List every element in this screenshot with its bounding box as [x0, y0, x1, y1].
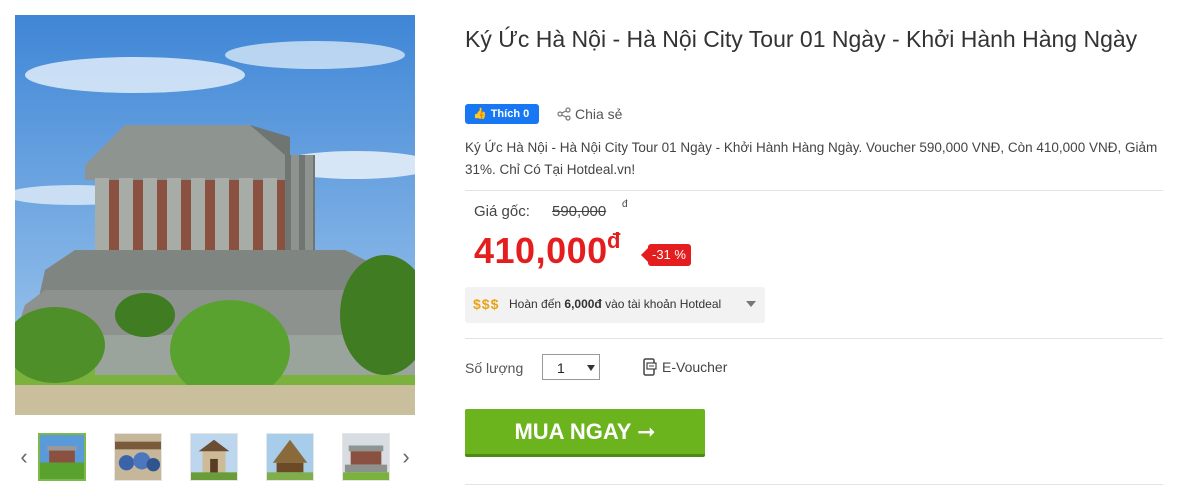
sale-price: 410,000: [474, 230, 608, 271]
discount-badge: -31 %: [641, 244, 691, 266]
dropdown-arrow-icon: [587, 365, 595, 371]
chevron-down-icon: [746, 301, 756, 307]
chevron-right-icon[interactable]: ›: [399, 446, 413, 468]
voucher-type: E-Voucher: [643, 358, 727, 376]
original-price-currency: đ: [622, 199, 628, 210]
facebook-like-button[interactable]: 👍 Thích 0: [465, 104, 540, 124]
share-icon: [557, 107, 571, 121]
cashback-text: Hoàn đến 6,000đ vào tài khoản Hotdeal: [509, 297, 722, 311]
thumbnail-stilt-house[interactable]: [266, 433, 314, 481]
thumbnail-strip: ‹ ›: [15, 430, 415, 486]
divider: [465, 484, 1163, 485]
quantity-value: 1: [557, 360, 565, 376]
cashback-amount: 6,000đ: [564, 297, 602, 311]
original-price: 590,000: [552, 203, 607, 220]
original-price-label: Giá gốc:: [474, 203, 530, 220]
divider: [465, 190, 1163, 191]
sale-price-currency: đ: [607, 228, 621, 253]
voucher-type-label: E-Voucher: [662, 359, 728, 375]
quantity-label: Số lượng: [465, 360, 524, 376]
thumbnail-temple-gate[interactable]: [190, 433, 238, 481]
phone-voucher-icon: [643, 358, 657, 376]
coins-icon: $$$: [473, 296, 500, 312]
thumbnail-mausoleum[interactable]: [38, 433, 86, 481]
thumbs-up-icon: 👍: [473, 108, 487, 120]
share-button[interactable]: Chia sẻ: [557, 104, 622, 124]
divider: [465, 338, 1163, 339]
like-label: Thích 0: [490, 108, 530, 120]
thumbnail-ceramics[interactable]: [114, 433, 162, 481]
chevron-left-icon[interactable]: ‹: [17, 446, 31, 468]
quantity-select[interactable]: 1: [542, 354, 600, 380]
buy-now-button[interactable]: MUA NGAY ➞: [465, 409, 705, 457]
product-description: Ký Ức Hà Nội - Hà Nội City Tour 01 Ngày …: [465, 140, 1158, 177]
share-label: Chia sẻ: [575, 106, 623, 122]
main-product-image[interactable]: [15, 15, 415, 415]
thumbnail-mausoleum-front[interactable]: [342, 433, 390, 481]
product-title: Ký Ức Hà Nội - Hà Nội City Tour 01 Ngày …: [465, 26, 1138, 52]
cashback-dropdown[interactable]: $$$ Hoàn đến 6,000đ vào tài khoản Hotdea…: [465, 287, 765, 323]
